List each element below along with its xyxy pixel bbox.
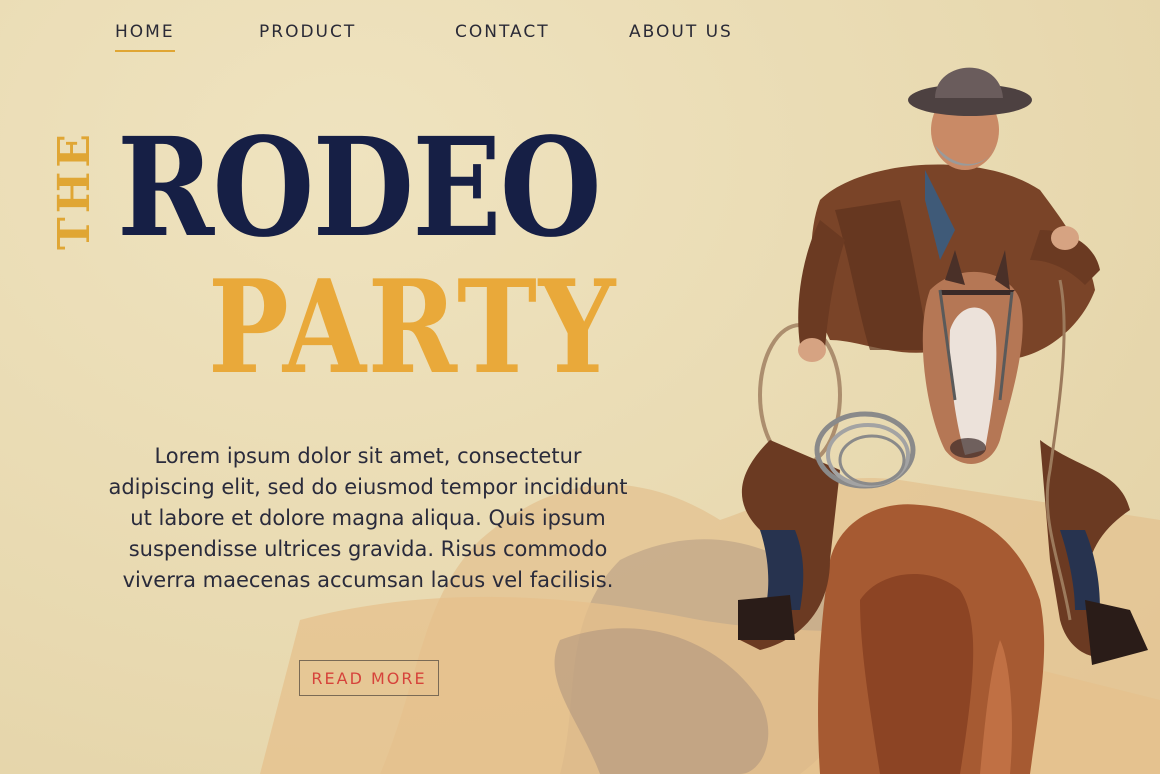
nav-about-us-link[interactable]: ABOUT US xyxy=(629,22,733,50)
nav-home-link[interactable]: HOME xyxy=(115,22,175,52)
top-navigation: HOME PRODUCT CONTACT ABOUT US xyxy=(0,22,800,62)
hero-description: Lorem ipsum dolor sit amet, consectetur … xyxy=(108,444,628,592)
landing-page: HOME PRODUCT CONTACT ABOUT US THE RODEO … xyxy=(0,0,1160,774)
read-more-button[interactable]: READ MORE xyxy=(299,660,439,696)
headline-the: THE xyxy=(49,130,100,250)
nav-contact-link[interactable]: CONTACT xyxy=(455,22,550,50)
headline-rodeo: RODEO xyxy=(117,108,602,268)
nav-product-link[interactable]: PRODUCT xyxy=(259,22,356,50)
headline-party: PARTY xyxy=(208,253,618,403)
